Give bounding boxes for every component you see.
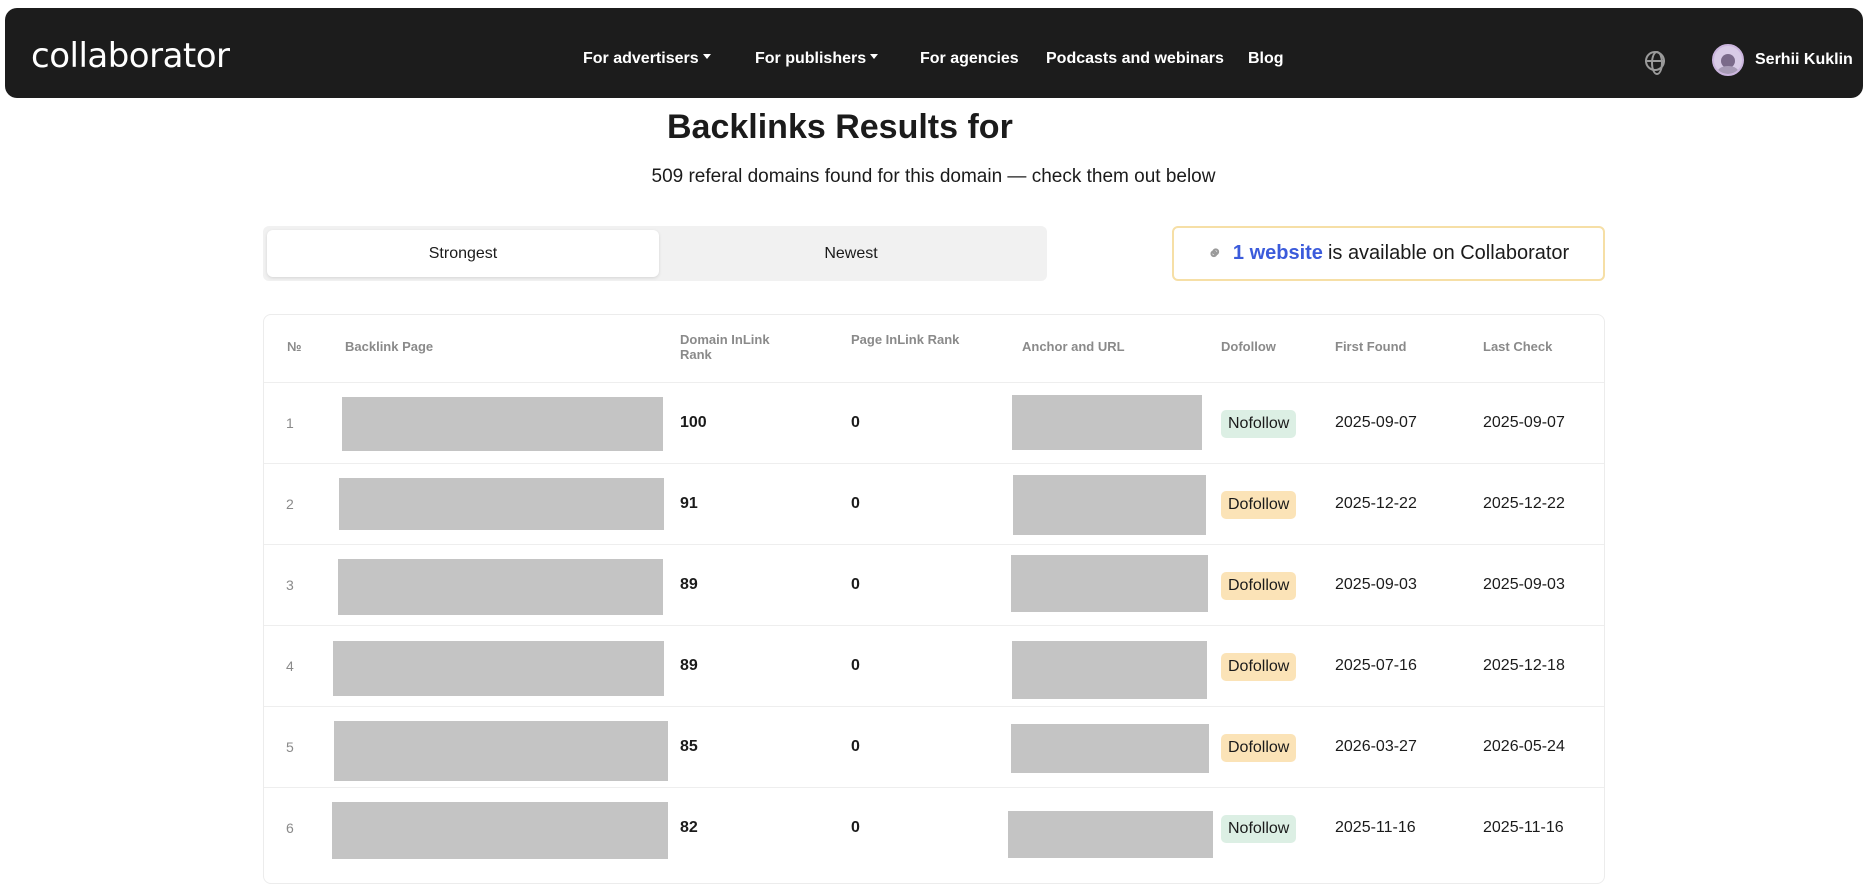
row-number: 5	[286, 739, 294, 755]
nav-for-advertisers[interactable]: For advertisers	[583, 50, 711, 68]
column-header-last-check[interactable]: Last Check	[1483, 339, 1552, 354]
sort-tabs: Strongest Newest	[263, 226, 1047, 281]
table-row: 1 100 0 Nofollow 2025-09-07 2025-09-07	[264, 382, 1604, 463]
nav-for-publishers[interactable]: For publishers	[755, 50, 879, 68]
anchor-url-redacted[interactable]	[1011, 555, 1208, 612]
first-found-date: 2026-03-27	[1335, 738, 1417, 755]
backlink-page-redacted[interactable]	[342, 397, 663, 451]
nav-blog[interactable]: Blog	[1248, 50, 1284, 68]
domain-inlink-rank: 85	[680, 738, 698, 755]
page-title: Backlinks Results for	[667, 108, 1013, 146]
follow-status-badge: Dofollow	[1221, 491, 1297, 519]
nav-for-advertisers-label: For advertisers	[583, 50, 699, 67]
last-check-date: 2025-12-18	[1483, 657, 1565, 674]
anchor-url-redacted[interactable]	[1012, 395, 1202, 450]
follow-status-badge: Nofollow	[1221, 815, 1297, 843]
domain-inlink-rank: 91	[680, 495, 698, 512]
backlink-page-redacted[interactable]	[334, 721, 668, 781]
follow-status-badge: Dofollow	[1221, 734, 1297, 762]
domain-inlink-rank: 82	[680, 819, 698, 836]
page-inlink-rank: 0	[851, 576, 860, 593]
table-row: 3 89 0 Dofollow 2025-09-03 2025-09-03	[264, 544, 1604, 625]
domain-inlink-rank: 100	[680, 414, 707, 431]
follow-status-badge: Dofollow	[1221, 653, 1297, 681]
last-check-date: 2025-09-07	[1483, 414, 1565, 431]
anchor-url-redacted[interactable]	[1013, 475, 1206, 535]
column-header-domain-inlink-rank[interactable]: Domain InLink Rank	[680, 332, 790, 362]
first-found-date: 2025-07-16	[1335, 657, 1417, 674]
follow-status-badge: Nofollow	[1221, 410, 1297, 438]
first-found-date: 2025-09-07	[1335, 414, 1417, 431]
row-number: 3	[286, 577, 294, 593]
table-row: 4 89 0 Dofollow 2025-07-16 2025-12-18	[264, 625, 1604, 706]
row-number: 2	[286, 496, 294, 512]
first-found-date: 2025-12-22	[1335, 495, 1417, 512]
row-number: 6	[286, 820, 294, 836]
collaborator-logo[interactable]: collaborator	[31, 36, 230, 76]
backlinks-table: № Backlink Page Domain InLink Rank Page …	[263, 314, 1605, 884]
page-subtitle: 509 referal domains found for this domai…	[0, 166, 1873, 188]
backlink-page-redacted[interactable]	[338, 559, 663, 615]
backlink-page-redacted[interactable]	[333, 641, 664, 696]
last-check-date: 2025-09-03	[1483, 576, 1565, 593]
nav-for-publishers-label: For publishers	[755, 50, 867, 67]
chevron-down-icon	[870, 54, 879, 60]
last-check-date: 2025-12-22	[1483, 495, 1565, 512]
backlink-page-redacted[interactable]	[339, 478, 664, 530]
nav-for-agencies[interactable]: For agencies	[920, 50, 1019, 68]
column-header-anchor-and-url[interactable]: Anchor and URL	[1022, 339, 1125, 354]
column-header-page-inlink-rank[interactable]: Page InLink Rank	[851, 332, 961, 347]
first-found-date: 2025-09-03	[1335, 576, 1417, 593]
column-header-dofollow[interactable]: Dofollow	[1221, 339, 1276, 354]
page-inlink-rank: 0	[851, 414, 860, 431]
avatar[interactable]	[1712, 44, 1744, 76]
link-icon: ⚭	[1202, 240, 1228, 266]
last-check-date: 2025-11-16	[1483, 819, 1564, 836]
row-number: 4	[286, 658, 294, 674]
page-subtitle-text: 509 referal domains found for this domai…	[651, 166, 1216, 187]
availability-text: is available on Collaborator	[1327, 242, 1570, 264]
availability-banner: ⚭ 1 website is available on Collaborator	[1172, 226, 1605, 281]
backlink-page-redacted[interactable]	[332, 802, 668, 859]
column-header-first-found[interactable]: First Found	[1335, 339, 1407, 354]
chevron-down-icon	[702, 54, 711, 60]
top-nav-bar: collaborator For advertisers For publish…	[5, 8, 1863, 98]
row-number: 1	[286, 415, 294, 431]
page-inlink-rank: 0	[851, 657, 860, 674]
last-check-date: 2026-05-24	[1483, 738, 1565, 755]
available-websites-link[interactable]: 1 website	[1233, 242, 1323, 265]
anchor-url-redacted[interactable]	[1008, 811, 1213, 858]
column-header-number: №	[287, 339, 302, 354]
tab-newest[interactable]: Newest	[655, 230, 1047, 277]
table-row: 2 91 0 Dofollow 2025-12-22 2025-12-22	[264, 463, 1604, 544]
nav-podcasts-and-webinars[interactable]: Podcasts and webinars	[1046, 50, 1224, 68]
table-row: 5 85 0 Dofollow 2026-03-27 2026-05-24	[264, 706, 1604, 787]
tab-strongest[interactable]: Strongest	[267, 230, 659, 277]
table-row: 6 82 0 Nofollow 2025-11-16 2025-11-16	[264, 787, 1604, 868]
globe-icon[interactable]	[1645, 51, 1665, 75]
first-found-date: 2025-11-16	[1335, 819, 1416, 836]
page-inlink-rank: 0	[851, 495, 860, 512]
domain-inlink-rank: 89	[680, 576, 698, 593]
anchor-url-redacted[interactable]	[1011, 724, 1209, 773]
follow-status-badge: Dofollow	[1221, 572, 1297, 600]
column-header-backlink-page[interactable]: Backlink Page	[345, 339, 433, 354]
domain-inlink-rank: 89	[680, 657, 698, 674]
user-name[interactable]: Serhii Kuklin	[1755, 51, 1853, 69]
page-inlink-rank: 0	[851, 819, 860, 836]
anchor-url-redacted[interactable]	[1012, 641, 1207, 699]
page-inlink-rank: 0	[851, 738, 860, 755]
